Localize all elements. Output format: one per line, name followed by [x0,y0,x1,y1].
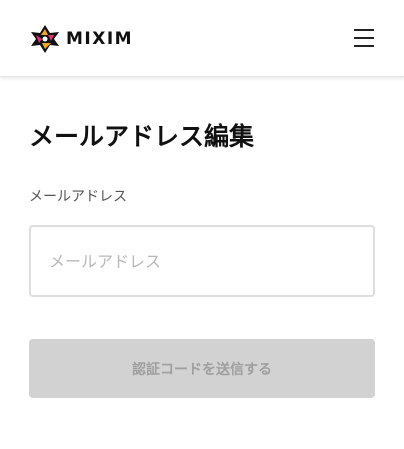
mixim-logo-mark-icon [31,25,59,53]
page: MIXIM メールアドレス編集 メールアドレス 認証コードを送信する [0,0,404,449]
page-title: メールアドレス編集 [29,122,255,151]
hamburger-menu-icon-line [354,37,374,39]
hamburger-menu-icon-line [354,29,374,31]
menu-button[interactable] [354,28,374,48]
send-verification-code-button[interactable]: 認証コードを送信する [29,339,375,398]
logo-text: MIXIM [66,29,134,49]
email-label: メールアドレス [29,189,127,205]
header: MIXIM [0,0,404,77]
hamburger-menu-icon-line [354,45,374,47]
logo-link[interactable]: MIXIM [30,24,133,54]
email-input[interactable] [29,225,375,297]
